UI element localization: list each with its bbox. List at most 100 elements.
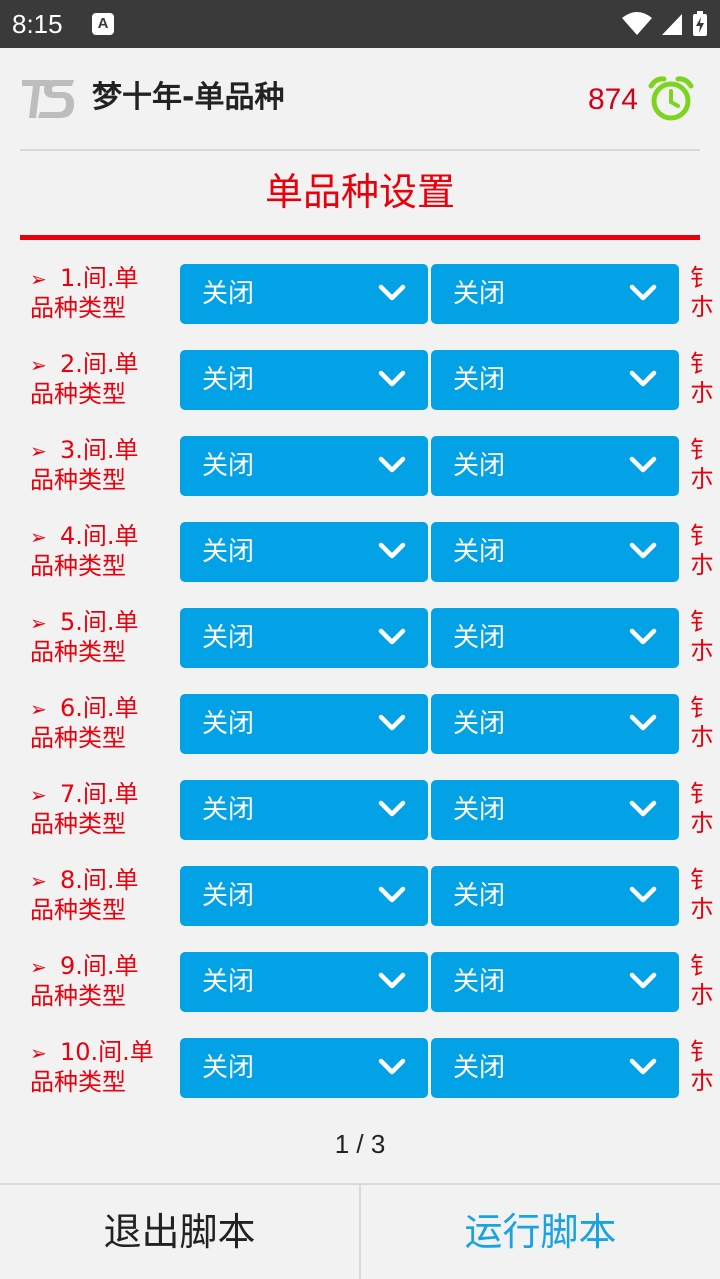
- section-title: 单品种设置: [264, 170, 455, 214]
- row-side-line2: 朩: [690, 895, 714, 923]
- setting-row: ➢ 8.间.单 品种类型 关闭 关闭 钅朩: [0, 866, 720, 952]
- chevron-down-icon: [629, 370, 657, 387]
- header-divider: [20, 149, 700, 151]
- row-side-line2: 朩: [690, 637, 714, 665]
- counter-value: 874: [587, 83, 638, 116]
- select-value: 关闭: [202, 365, 255, 395]
- select-value: 关闭: [202, 1053, 255, 1083]
- row-label-line1: 6.间.单: [60, 694, 139, 722]
- chevron-down-icon: [629, 628, 657, 645]
- select-value: 关闭: [202, 537, 255, 567]
- arrow-icon: ➢: [30, 697, 47, 721]
- row-label-line1: 4.间.单: [60, 522, 139, 550]
- row-label-line2: 品种类型: [30, 982, 126, 1010]
- select-value: 关闭: [202, 623, 255, 653]
- type-select-2[interactable]: 关闭: [431, 952, 679, 1012]
- row-side-label: 钅朩: [690, 866, 720, 926]
- type-select-2[interactable]: 关闭: [431, 436, 679, 496]
- row-side-line2: 朩: [690, 551, 714, 579]
- row-side-line2: 朩: [690, 379, 714, 407]
- row-label-line2: 品种类型: [30, 380, 126, 408]
- chevron-down-icon: [378, 714, 406, 731]
- row-label: ➢ 4.间.单 品种类型: [30, 522, 178, 582]
- row-side-line1: 钅: [690, 436, 714, 464]
- app-header: 梦十年-单品种 874: [0, 48, 720, 150]
- select-value: 关闭: [202, 709, 255, 739]
- type-select-1[interactable]: 关闭: [180, 1038, 428, 1098]
- chevron-down-icon: [378, 1058, 406, 1075]
- select-value: 关闭: [202, 451, 255, 481]
- row-side-label: 钅朩: [690, 436, 720, 496]
- chevron-down-icon: [378, 542, 406, 559]
- wifi-icon: [622, 12, 652, 35]
- type-select-2[interactable]: 关闭: [431, 694, 679, 754]
- select-value: 关闭: [202, 967, 255, 997]
- select-value: 关闭: [453, 279, 506, 309]
- row-label-line1: 1.间.单: [60, 264, 139, 292]
- row-side-line1: 钅: [690, 866, 714, 894]
- notification-a-icon: A: [92, 13, 114, 35]
- row-side-line1: 钅: [690, 694, 714, 722]
- chevron-down-icon: [629, 284, 657, 301]
- status-time: 8:15: [12, 9, 63, 39]
- type-select-1[interactable]: 关闭: [180, 694, 428, 754]
- setting-row: ➢ 4.间.单 品种类型 关闭 关闭 钅朩: [0, 522, 720, 608]
- row-label-line1: 9.间.单: [60, 952, 139, 980]
- setting-row: ➢ 5.间.单 品种类型 关闭 关闭 钅朩: [0, 608, 720, 694]
- chevron-down-icon: [629, 1058, 657, 1075]
- type-select-1[interactable]: 关闭: [180, 952, 428, 1012]
- row-side-line2: 朩: [690, 465, 714, 493]
- arrow-icon: ➢: [30, 353, 47, 377]
- type-select-2[interactable]: 关闭: [431, 522, 679, 582]
- type-select-1[interactable]: 关闭: [180, 264, 428, 324]
- type-select-1[interactable]: 关闭: [180, 350, 428, 410]
- row-side-label: 钅朩: [690, 952, 720, 1012]
- type-select-2[interactable]: 关闭: [431, 1038, 679, 1098]
- arrow-icon: ➢: [30, 1041, 47, 1065]
- chevron-down-icon: [378, 628, 406, 645]
- setting-row: ➢ 10.间.单 品种类型 关闭 关闭 钅朩: [0, 1038, 720, 1124]
- row-side-line1: 钅: [690, 522, 714, 550]
- chevron-down-icon: [629, 972, 657, 989]
- setting-row: ➢ 9.间.单 品种类型 关闭 关闭 钅朩: [0, 952, 720, 1038]
- arrow-icon: ➢: [30, 783, 47, 807]
- signal-icon: [662, 14, 682, 35]
- select-value: 关闭: [453, 709, 506, 739]
- type-select-2[interactable]: 关闭: [431, 780, 679, 840]
- type-select-2[interactable]: 关闭: [431, 264, 679, 324]
- select-value: 关闭: [453, 623, 506, 653]
- type-select-1[interactable]: 关闭: [180, 608, 428, 668]
- row-label-line2: 品种类型: [30, 466, 126, 494]
- row-side-line1: 钅: [690, 952, 714, 980]
- chevron-down-icon: [629, 456, 657, 473]
- row-side-line2: 朩: [690, 1067, 714, 1095]
- row-label: ➢ 6.间.单 品种类型: [30, 694, 178, 754]
- select-value: 关闭: [453, 967, 506, 997]
- bottom-bar: 退出脚本 运行脚本: [0, 1183, 720, 1279]
- chevron-down-icon: [629, 886, 657, 903]
- type-select-2[interactable]: 关闭: [431, 350, 679, 410]
- select-value: 关闭: [453, 537, 506, 567]
- setting-row: ➢ 6.间.单 品种类型 关闭 关闭 钅朩: [0, 694, 720, 780]
- row-label: ➢ 5.间.单 品种类型: [30, 608, 178, 668]
- chevron-down-icon: [629, 542, 657, 559]
- row-side-label: 钅朩: [690, 1038, 720, 1098]
- row-label-line2: 品种类型: [30, 638, 126, 666]
- type-select-1[interactable]: 关闭: [180, 436, 428, 496]
- type-select-2[interactable]: 关闭: [431, 866, 679, 926]
- chevron-down-icon: [378, 886, 406, 903]
- alarm-clock-icon[interactable]: [648, 76, 694, 122]
- type-select-1[interactable]: 关闭: [180, 866, 428, 926]
- run-script-button[interactable]: 运行脚本: [361, 1185, 720, 1279]
- type-select-2[interactable]: 关闭: [431, 608, 679, 668]
- exit-script-button[interactable]: 退出脚本: [0, 1185, 359, 1279]
- row-side-line1: 钅: [690, 264, 714, 292]
- chevron-down-icon: [629, 800, 657, 817]
- row-side-label: 钅朩: [690, 694, 720, 754]
- type-select-1[interactable]: 关闭: [180, 780, 428, 840]
- row-side-line2: 朩: [690, 293, 714, 321]
- type-select-1[interactable]: 关闭: [180, 522, 428, 582]
- section-underline: [20, 235, 700, 240]
- setting-row: ➢ 1.间.单 品种类型 关闭 关闭 钅朩: [0, 264, 720, 350]
- row-side-label: 钅朩: [690, 522, 720, 582]
